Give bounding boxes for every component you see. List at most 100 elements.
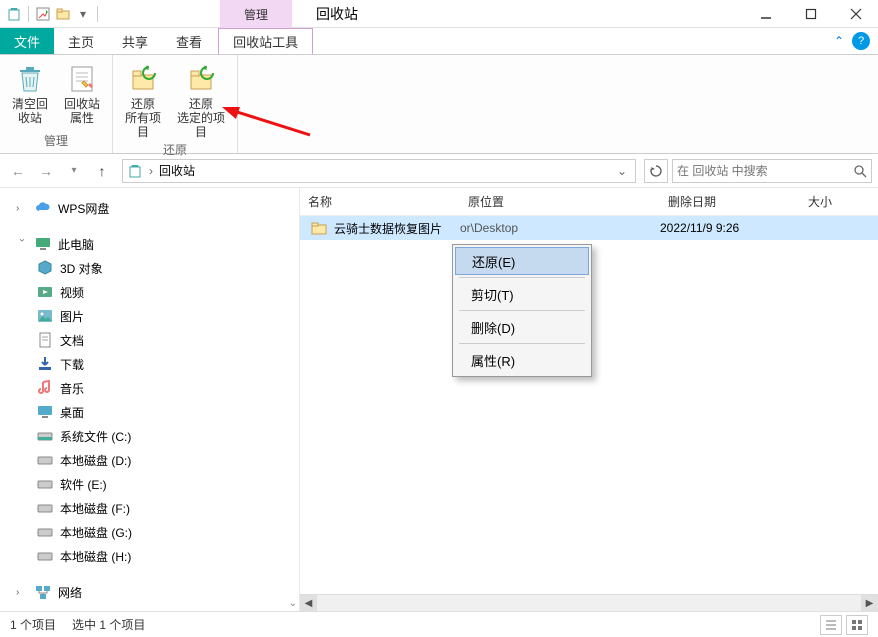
ribbon-group-restore: 还原 所有项目 还原 选定的项目 还原 xyxy=(113,55,238,153)
minimize-button[interactable] xyxy=(743,0,788,28)
cloud-icon xyxy=(34,199,52,217)
tree-wps[interactable]: › WPS网盘 xyxy=(0,196,299,220)
tree-network[interactable]: › 网络 xyxy=(0,580,299,604)
tab-share[interactable]: 共享 xyxy=(108,28,162,54)
empty-bin-icon xyxy=(14,63,46,95)
quick-access-toolbar: ▾ xyxy=(0,6,100,22)
details-view-toggle[interactable] xyxy=(820,615,842,635)
drive-icon xyxy=(36,451,54,469)
context-separator xyxy=(459,343,585,344)
context-delete[interactable]: 删除(D) xyxy=(455,313,589,341)
nav-back-button[interactable]: ← xyxy=(6,159,30,183)
properties-icon xyxy=(66,63,98,95)
col-original-location[interactable]: 原位置 xyxy=(460,193,660,210)
recycle-bin-addr-icon xyxy=(127,163,143,179)
properties-quick-icon[interactable] xyxy=(35,6,51,22)
close-button[interactable] xyxy=(833,0,878,28)
tree-desktop[interactable]: 桌面 xyxy=(0,400,299,424)
drive-icon xyxy=(36,475,54,493)
column-headers[interactable]: 名称 原位置 删除日期 大小 xyxy=(300,188,878,216)
tab-view[interactable]: 查看 xyxy=(162,28,216,54)
recycle-bin-icon xyxy=(6,6,22,22)
ribbon: 清空回 收站 回收站 属性 管理 还原 所有项目 还原 xyxy=(0,54,878,154)
scroll-track[interactable] xyxy=(317,595,861,612)
tab-home[interactable]: 主页 xyxy=(54,28,108,54)
qat-dropdown-icon[interactable]: ▾ xyxy=(75,6,91,22)
drive-icon xyxy=(36,427,54,445)
tab-recycle-tools[interactable]: 回收站工具 xyxy=(218,28,313,54)
tree-drive-e[interactable]: 软件 (E:) xyxy=(0,472,299,496)
search-bar[interactable] xyxy=(672,159,872,183)
file-name: 云骑士数据恢复图片 xyxy=(334,220,460,237)
breadcrumb-sep[interactable]: › xyxy=(149,164,159,178)
tree-drive-g[interactable]: 本地磁盘 (G:) xyxy=(0,520,299,544)
new-folder-quick-icon[interactable] xyxy=(55,6,71,22)
address-bar[interactable]: › 回收站 ⌄ xyxy=(122,159,636,183)
col-date-deleted[interactable]: 删除日期 xyxy=(660,193,800,210)
status-total-items: 1 个项目 xyxy=(10,616,56,633)
ribbon-group-manage: 清空回 收站 回收站 属性 管理 xyxy=(0,55,113,153)
tree-videos[interactable]: 视频 xyxy=(0,280,299,304)
col-size[interactable]: 大小 xyxy=(800,193,878,210)
address-location[interactable]: 回收站 xyxy=(159,162,613,179)
search-icon[interactable] xyxy=(853,164,867,178)
tree-scroll-indicator[interactable]: ⌄ xyxy=(289,598,297,609)
context-cut[interactable]: 剪切(T) xyxy=(455,280,589,308)
drive-icon xyxy=(36,547,54,565)
nav-forward-button[interactable]: → xyxy=(34,159,58,183)
network-icon xyxy=(34,583,52,601)
window-title: 回收站 xyxy=(292,0,382,28)
pc-icon xyxy=(34,235,52,253)
tree-documents[interactable]: 文档 xyxy=(0,328,299,352)
file-row-selected[interactable]: 云骑士数据恢复图片 or\Desktop 2022/11/9 9:26 xyxy=(300,216,878,240)
nav-bar: ← → ▾ ↑ › 回收站 ⌄ xyxy=(0,154,878,188)
tree-3d-objects[interactable]: 3D 对象 xyxy=(0,256,299,280)
tree-drive-c[interactable]: 系统文件 (C:) xyxy=(0,424,299,448)
tree-downloads[interactable]: 下载 xyxy=(0,352,299,376)
context-properties[interactable]: 属性(R) xyxy=(455,346,589,374)
title-bar: ▾ 管理 回收站 xyxy=(0,0,878,28)
tab-file[interactable]: 文件 xyxy=(0,28,54,54)
drive-icon xyxy=(36,523,54,541)
restore-selected-button[interactable]: 还原 选定的项目 xyxy=(173,59,229,139)
refresh-button[interactable] xyxy=(644,159,668,183)
nav-tree[interactable]: › WPS网盘 › 此电脑 3D 对象 视频 图片 文档 xyxy=(0,188,300,611)
restore-all-button[interactable]: 还原 所有项目 xyxy=(121,59,165,139)
status-bar: 1 个项目 选中 1 个项目 xyxy=(0,611,878,637)
download-icon xyxy=(36,355,54,373)
picture-icon xyxy=(36,307,54,325)
chevron-right-icon[interactable]: › xyxy=(16,587,28,598)
horizontal-scrollbar[interactable]: ◀ ▶ xyxy=(300,594,878,611)
file-original-location: or\Desktop xyxy=(460,221,660,235)
ribbon-collapse-icon[interactable]: ⌃ xyxy=(834,34,844,48)
help-icon[interactable]: ? xyxy=(852,32,870,50)
search-input[interactable] xyxy=(677,164,853,178)
chevron-right-icon[interactable]: › xyxy=(16,203,28,214)
nav-up-button[interactable]: ↑ xyxy=(90,159,114,183)
ribbon-tabs: 文件 主页 共享 查看 回收站工具 ⌃ ? xyxy=(0,28,878,54)
cube-icon xyxy=(36,259,54,277)
music-icon xyxy=(36,379,54,397)
video-icon xyxy=(36,283,54,301)
chevron-down-icon[interactable]: › xyxy=(17,238,28,250)
tree-pictures[interactable]: 图片 xyxy=(0,304,299,328)
scroll-left-icon[interactable]: ◀ xyxy=(300,595,317,612)
maximize-button[interactable] xyxy=(788,0,833,28)
nav-history-dropdown[interactable]: ▾ xyxy=(62,159,86,183)
context-menu: 还原(E) 剪切(T) 删除(D) 属性(R) xyxy=(452,244,592,377)
status-selected-items: 选中 1 个项目 xyxy=(72,616,145,633)
context-restore[interactable]: 还原(E) xyxy=(455,247,589,275)
tree-drive-d[interactable]: 本地磁盘 (D:) xyxy=(0,448,299,472)
thumbnail-view-toggle[interactable] xyxy=(846,615,868,635)
tree-this-pc[interactable]: › 此电脑 xyxy=(0,232,299,256)
empty-recycle-bin-button[interactable]: 清空回 收站 xyxy=(8,59,52,125)
tree-drive-f[interactable]: 本地磁盘 (F:) xyxy=(0,496,299,520)
tree-music[interactable]: 音乐 xyxy=(0,376,299,400)
recycle-bin-properties-button[interactable]: 回收站 属性 xyxy=(60,59,104,125)
restore-all-icon xyxy=(127,63,159,95)
tree-drive-h[interactable]: 本地磁盘 (H:) xyxy=(0,544,299,568)
folder-icon xyxy=(310,219,328,237)
address-dropdown-icon[interactable]: ⌄ xyxy=(613,164,631,178)
scroll-right-icon[interactable]: ▶ xyxy=(861,595,878,612)
col-name[interactable]: 名称 xyxy=(300,193,460,210)
